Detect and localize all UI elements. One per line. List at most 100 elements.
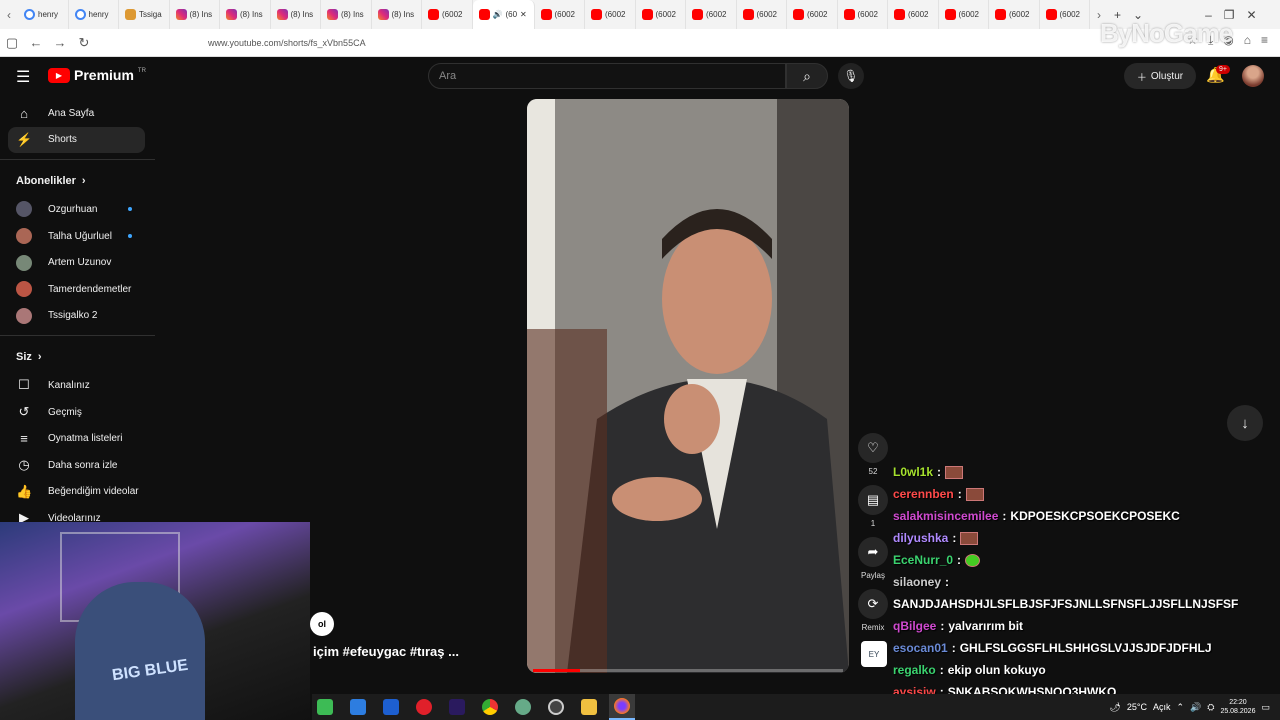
like-button[interactable]: ♡ <box>858 433 888 463</box>
speaker-icon[interactable]: 🔊 <box>1190 702 1201 713</box>
tab-audio-icon[interactable]: 🔊 <box>493 10 503 19</box>
sidebar-item[interactable]: ↺ Geçmiş <box>0 399 155 426</box>
notifications-icon[interactable]: ▭ <box>1261 702 1270 713</box>
browser-tab[interactable]: (6002 <box>422 0 473 29</box>
browser-tab[interactable]: (6002 <box>989 0 1040 29</box>
taskbar-app-3[interactable] <box>378 694 404 720</box>
opera-icon[interactable] <box>411 694 437 720</box>
browser-tab[interactable]: (6002 <box>838 0 888 29</box>
browser-tab[interactable]: (8) Ins <box>321 0 372 29</box>
search-input[interactable]: Ara <box>428 63 786 89</box>
file-explorer-icon[interactable] <box>576 694 602 720</box>
chat-message: dilyushka: <box>893 527 1273 549</box>
sidebar-item[interactable]: 👍 Beğendiğim videolar <box>0 479 155 506</box>
voice-search-button[interactable]: 🎙 <box>838 63 864 89</box>
browser-tab[interactable]: 🔊 (60 ✕ <box>472 0 535 29</box>
chat-message: qBilgee: yalvarırım bit <box>893 615 1273 637</box>
extensions-icon[interactable]: ⌂ <box>1244 33 1251 48</box>
menu-icon[interactable]: ≡ <box>1261 33 1268 48</box>
youtube-icon <box>742 9 754 20</box>
firefox-icon[interactable] <box>609 694 635 720</box>
sidebar-item[interactable]: ⚡ Shorts <box>8 126 145 154</box>
browser-tab[interactable]: (6002 <box>737 0 787 29</box>
youtube-icon <box>793 9 804 20</box>
url-field[interactable]: www.youtube.com/shorts/fs_xVbn55CA <box>208 38 366 48</box>
subscriptions-heading[interactable]: Abonelikler › <box>0 166 155 196</box>
youtube-icon <box>540 9 552 20</box>
browser-tab[interactable]: henry <box>18 0 69 29</box>
tab-close-icon[interactable]: ✕ <box>520 10 527 19</box>
browser-tab[interactable]: (6002 <box>585 0 636 29</box>
browser-tab[interactable]: (8) Ins <box>170 0 220 29</box>
channel-avatar[interactable]: EY <box>861 641 887 667</box>
youtube-icon <box>591 9 602 20</box>
chat-separator: : <box>939 663 944 677</box>
sidebar-item[interactable]: ≡ Oynatma listeleri <box>0 425 155 452</box>
chat-text: GHLFSLGGSFLHLSHHGSLVJJSJDFJDFHLJ <box>959 641 1212 655</box>
sidebar-item[interactable]: ⌂ Ana Sayfa <box>0 100 155 127</box>
premiere-icon[interactable] <box>444 694 470 720</box>
browser-tab[interactable]: (6002 <box>535 0 585 29</box>
youtube-icon <box>641 9 653 20</box>
tab-scroll-left-icon[interactable]: ‹ <box>0 8 18 22</box>
home-icon: ⌂ <box>20 105 28 121</box>
taskbar-app-8[interactable] <box>543 694 569 720</box>
short-caption[interactable]: içim #efeuygac #tıraş ... <box>313 644 459 659</box>
sidebar-toggle-icon[interactable]: ▢ <box>0 35 24 51</box>
watermark-logo: ByNoGame <box>1100 18 1233 48</box>
browser-tab[interactable]: (6002 <box>939 0 989 29</box>
forward-button[interactable]: → <box>48 35 72 50</box>
browser-tab[interactable]: (8) Ins <box>271 0 321 29</box>
subscription-item[interactable]: Tssigalko 2 <box>0 303 155 330</box>
chat-username: silaoney <box>893 575 942 589</box>
browser-tab[interactable]: (6002 <box>1040 0 1090 29</box>
sidebar-item[interactable]: ☐ Kanalınız <box>0 372 155 399</box>
network-icon[interactable]: ⛭ <box>1207 702 1214 713</box>
reload-button[interactable]: ↻ <box>72 35 96 51</box>
subscription-item[interactable]: Tamerdendemetler <box>0 276 155 303</box>
taskbar-app-7[interactable] <box>510 694 536 720</box>
next-short-button[interactable]: ↓ <box>1227 405 1263 441</box>
back-button[interactable]: ← <box>24 35 48 50</box>
chat-username: cerennben <box>893 487 954 501</box>
taskbar-clock[interactable]: 22:20 25.08.2026 <box>1220 698 1255 716</box>
sidebar: ⌂ Ana Sayfa ⚡ Shorts Abonelikler › Ozgurhuan Ta… <box>0 100 155 532</box>
browser-tab[interactable]: (6002 <box>888 0 939 29</box>
create-button[interactable]: ＋ Oluştur <box>1124 63 1196 89</box>
video-progress-bar[interactable] <box>533 669 843 672</box>
subscription-item[interactable]: Ozgurhuan <box>0 196 155 223</box>
youtube-premium-logo[interactable]: ▶ Premium TR <box>48 67 146 83</box>
taskbar-app-1[interactable] <box>312 694 338 720</box>
you-heading[interactable]: Siz › <box>0 342 155 372</box>
taskbar-app-2[interactable] <box>345 694 371 720</box>
subscribe-button[interactable]: ol <box>310 612 334 636</box>
tray-chevron-icon[interactable]: ⌃ <box>1176 702 1184 713</box>
browser-tab[interactable]: (6002 <box>636 0 686 29</box>
channel-icon: ☐ <box>18 377 30 393</box>
subscription-item[interactable]: Talha Uğurluel <box>0 223 155 250</box>
comment-icon: ▤ <box>866 492 880 507</box>
share-button[interactable]: ➦ <box>858 537 888 567</box>
channel-avatar <box>16 281 32 298</box>
instagram-icon <box>377 9 389 20</box>
sidebar-item[interactable]: ◷ Daha sonra izle <box>0 452 155 479</box>
hamburger-menu-icon[interactable]: ☰ <box>16 67 30 87</box>
browser-tab[interactable]: henry <box>69 0 119 29</box>
search-button[interactable]: ⌕ <box>786 63 828 89</box>
comment-button[interactable]: ▤ <box>858 485 888 515</box>
user-avatar[interactable] <box>1242 65 1264 87</box>
browser-tab[interactable]: (6002 <box>686 0 737 29</box>
chat-text: ekip olun kokuyo <box>947 663 1046 677</box>
browser-tab[interactable]: Tssiga <box>119 0 170 29</box>
shorts-video-player[interactable] <box>527 99 849 673</box>
remix-button[interactable]: ⟳ <box>858 589 888 619</box>
close-window-button[interactable]: ✕ <box>1241 8 1263 22</box>
chrome-icon[interactable] <box>477 694 503 720</box>
browser-tab[interactable]: (8) Ins <box>372 0 422 29</box>
mic-icon: 🎙 <box>843 69 859 83</box>
youtube-icon <box>944 9 956 20</box>
browser-tab[interactable]: (8) Ins <box>220 0 271 29</box>
subscription-item[interactable]: Artem Uzunov <box>0 249 155 276</box>
browser-tab[interactable]: (6002 <box>787 0 838 29</box>
chat-message: salakmisincemilee: KDPOESKCPSOEKCPOSEKC <box>893 505 1273 527</box>
